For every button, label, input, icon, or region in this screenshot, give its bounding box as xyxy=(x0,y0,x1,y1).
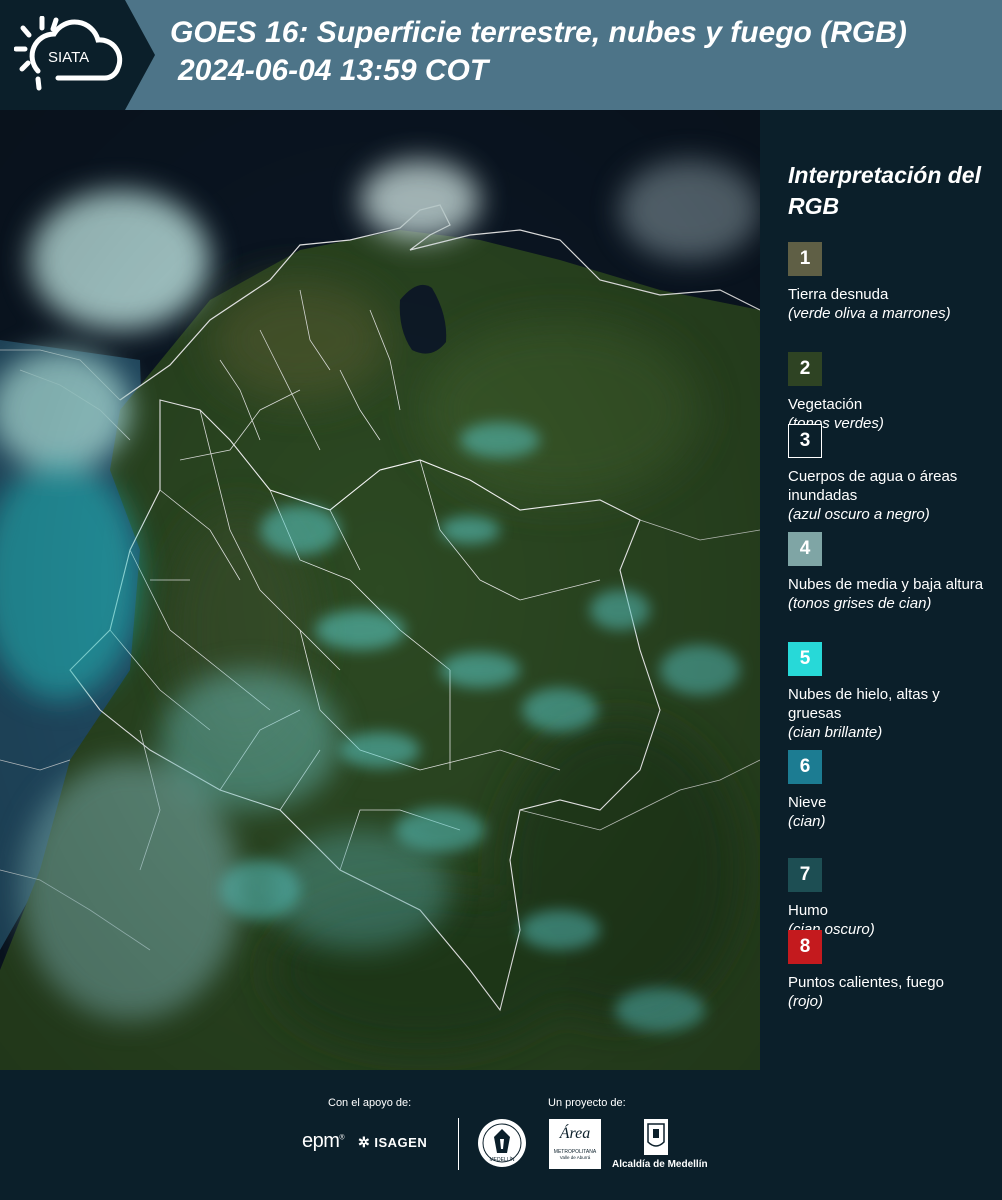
legend-sublabel: (cian brillante) xyxy=(788,724,883,741)
legend-swatch: 2 xyxy=(788,352,822,386)
area-logo-title: Área xyxy=(559,1125,591,1142)
legend-item: 5 Nubes de hielo, altas y gruesas (cian br… xyxy=(788,642,988,742)
legend-sublabel: (cian) xyxy=(788,813,826,830)
footer-divider xyxy=(458,1118,459,1170)
area-logo-line3: Valle de Aburrá xyxy=(559,1155,591,1160)
siata-logo-text: SIATA xyxy=(48,49,89,66)
legend-label: Tierra desnuda xyxy=(788,286,889,303)
legend-label: Nubes de media y baja altura xyxy=(788,576,984,593)
legend-item: 3 Cuerpos de agua o áreas inundadas (azul … xyxy=(788,424,988,524)
legend-item: 4 Nubes de media y baja altura (tonos gris… xyxy=(788,532,988,613)
legend-swatch: 3 xyxy=(788,424,822,458)
legend-panel: Interpretación del RGB 1 Tierra desnuda (v… xyxy=(760,110,1002,1070)
legend-item: 1 Tierra desnuda (verde oliva a marrones) xyxy=(788,242,988,323)
alcaldia-shield-icon xyxy=(644,1119,668,1155)
header-bar: SIATA GOES 16: Superficie terrestre, nub… xyxy=(0,0,1002,110)
support-label: Con el apoyo de: xyxy=(328,1097,412,1109)
legend-swatch: 1 xyxy=(788,242,822,276)
title-line-1: GOES 16: Superficie terrestre, nubes y f… xyxy=(170,16,907,49)
legend-item: 7 Humo (cian oscuro) xyxy=(788,858,988,939)
medellin-university-seal-icon: MEDELLÍN xyxy=(478,1119,526,1167)
isagen-logo: ✲ ISAGEN xyxy=(358,1134,427,1151)
legend-sublabel: (verde oliva a marrones) xyxy=(788,305,951,322)
satellite-image xyxy=(0,110,760,1070)
siata-logo: SIATA xyxy=(14,16,123,91)
legend-swatch: 7 xyxy=(788,858,822,892)
title-line-2: 2024-06-04 13:59 COT xyxy=(178,54,489,87)
legend-label: Nubes de hielo, altas y gruesas xyxy=(788,686,940,722)
legend-swatch: 6 xyxy=(788,750,822,784)
legend-item: 8 Puntos calientes, fuego (rojo) xyxy=(788,930,988,1011)
alcaldia-label: Alcaldía de Medellín xyxy=(612,1159,708,1170)
legend-label: Nieve xyxy=(788,794,827,811)
legend-label: Humo xyxy=(788,902,829,919)
page-title: GOES 16: Superficie terrestre, nubes y f… xyxy=(170,14,907,90)
legend-sublabel: (rojo) xyxy=(788,993,824,1010)
isagen-icon: ✲ xyxy=(358,1134,371,1150)
epm-logo: epm® xyxy=(302,1130,345,1152)
legend-swatch: 8 xyxy=(788,930,822,964)
footer: Con el apoyo de: Un proyecto de: epm® ✲ … xyxy=(0,1070,1002,1200)
area-metropolitana-logo: Área METROPOLITANA Valle de Aburrá xyxy=(549,1119,601,1169)
legend-item: 6 Nieve (cian) xyxy=(788,750,988,831)
legend-title: Interpretación del RGB xyxy=(788,162,981,219)
legend-sublabel: (tonos grises de cian) xyxy=(788,595,932,612)
project-label: Un proyecto de: xyxy=(548,1097,626,1109)
legend-label: Puntos calientes, fuego xyxy=(788,974,944,991)
isagen-logo-text: ISAGEN xyxy=(374,1135,428,1150)
satellite-map[interactable] xyxy=(0,110,760,1070)
epm-logo-text: epm xyxy=(302,1130,340,1152)
svg-text:MEDELLÍN: MEDELLÍN xyxy=(489,1156,514,1163)
legend-sublabel: (azul oscuro a negro) xyxy=(788,506,930,523)
legend-swatch: 5 xyxy=(788,642,822,676)
legend-label: Cuerpos de agua o áreas inundadas xyxy=(788,468,958,504)
legend-label: Vegetación xyxy=(788,396,863,413)
legend-item: 2 Vegetación (tonos verdes) xyxy=(788,352,988,433)
legend-swatch: 4 xyxy=(788,532,822,566)
